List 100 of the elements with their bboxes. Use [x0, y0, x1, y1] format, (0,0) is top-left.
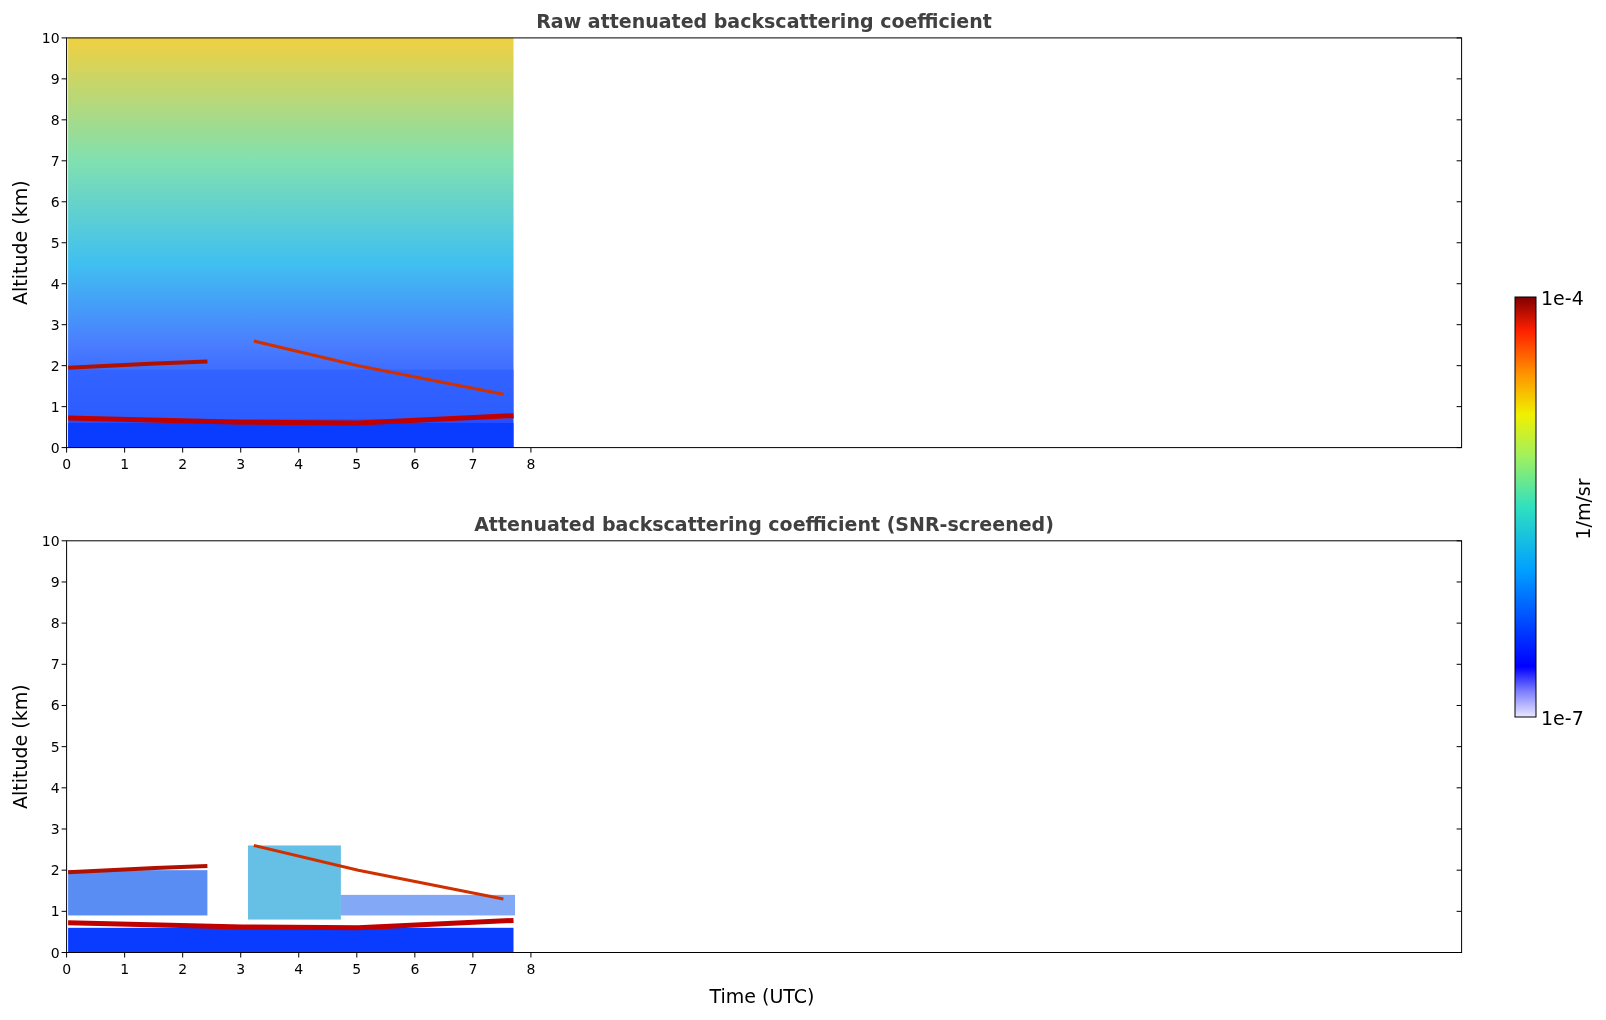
tick-mark: [1456, 242, 1463, 244]
y-tick-label: 3: [50, 316, 60, 333]
y-tick-label: 9: [50, 573, 60, 590]
x-tick-label: 1: [120, 455, 130, 472]
y-tick-label: 6: [50, 697, 60, 714]
tick-mark: [61, 540, 68, 542]
tick-mark: [1456, 201, 1463, 203]
tick-mark: [61, 160, 68, 162]
tick-mark: [1456, 910, 1463, 912]
tick-mark: [61, 828, 68, 830]
x-tick-label: 8: [526, 455, 536, 472]
tick-mark: [61, 78, 68, 80]
x-tick-label: 3: [236, 455, 246, 472]
tick-mark: [61, 365, 68, 367]
tick-mark: [1456, 78, 1463, 80]
y-tick-label: 6: [50, 193, 60, 210]
y-tick-label: 1: [50, 398, 60, 415]
x-tick-label: 5: [352, 960, 362, 977]
tick-mark: [61, 37, 68, 39]
x-tick-label: 7: [468, 960, 478, 977]
y-tick-label: 5: [50, 234, 60, 251]
x-tick-label: 2: [178, 960, 188, 977]
tick-mark: [61, 746, 68, 748]
tick-mark: [298, 447, 300, 454]
tick-mark: [61, 406, 68, 408]
tick-mark: [472, 952, 474, 958]
tick-mark: [124, 952, 126, 958]
x-tick-label: 0: [62, 960, 72, 977]
colorbar-min-label: 1e-7: [1541, 707, 1584, 729]
x-tick-label: 4: [294, 455, 304, 472]
y-tick-label: 10: [41, 532, 60, 549]
tick-mark: [1456, 581, 1463, 583]
x-tick-label: 8: [526, 960, 536, 977]
y-tick-label: 2: [50, 862, 60, 879]
x-tick-label: 2: [178, 455, 188, 472]
plot-title: Raw attenuated backscattering coefficient: [536, 9, 992, 32]
tick-mark: [1456, 447, 1463, 449]
tick-mark: [1456, 869, 1463, 871]
tick-mark: [61, 242, 68, 244]
y-tick-label: 4: [50, 275, 60, 292]
tick-mark: [1456, 365, 1463, 367]
y-tick-label: 0: [50, 944, 60, 961]
tick-mark: [61, 910, 68, 912]
tick-mark: [182, 447, 184, 454]
tick-mark: [1456, 283, 1463, 285]
y-tick-label: 5: [50, 738, 60, 755]
x-tick-label: 4: [294, 960, 304, 977]
tick-mark: [530, 952, 532, 958]
tick-mark: [1456, 663, 1463, 665]
tick-mark: [472, 447, 474, 454]
tick-mark: [298, 952, 300, 958]
y-tick-label: 7: [50, 656, 60, 673]
x-tick-label: 6: [410, 960, 420, 977]
y-tick-label: 8: [50, 615, 60, 632]
y-axis-label: Altitude (km): [9, 684, 31, 809]
y-tick-label: 1: [50, 903, 60, 920]
tick-mark: [1456, 787, 1463, 789]
x-tick-label: 7: [468, 455, 478, 472]
tick-mark: [61, 119, 68, 121]
tick-mark: [356, 447, 358, 454]
y-tick-label: 4: [50, 779, 60, 796]
tick-mark: [61, 622, 68, 624]
tick-mark: [61, 869, 68, 871]
tick-mark: [1456, 324, 1463, 326]
tick-mark: [356, 952, 358, 958]
tick-mark: [1456, 828, 1463, 830]
colorbar-label: 1/m/sr: [1572, 478, 1594, 540]
y-tick-label: 9: [50, 70, 60, 87]
tick-mark: [1456, 622, 1463, 624]
tick-mark: [1456, 952, 1463, 953]
tick-mark: [530, 447, 532, 454]
tick-mark: [124, 447, 126, 454]
tick-mark: [1456, 540, 1463, 542]
tick-mark: [1456, 160, 1463, 162]
x-tick-label: 6: [410, 455, 420, 472]
tick-mark: [61, 201, 68, 203]
tick-mark: [182, 952, 184, 958]
tick-mark: [240, 447, 242, 454]
tick-mark: [61, 787, 68, 789]
tick-mark: [1456, 705, 1463, 706]
tick-mark: [61, 581, 68, 583]
y-tick-label: 3: [50, 821, 60, 837]
tick-mark: [414, 447, 416, 454]
x-axis-label: Time (UTC): [709, 985, 815, 1007]
tick-mark: [1456, 119, 1463, 121]
x-tick-label: 5: [352, 455, 362, 472]
tick-mark: [1456, 746, 1463, 748]
x-tick-label: 3: [236, 960, 246, 977]
x-tick-label: 1: [120, 960, 130, 977]
tick-mark: [1456, 37, 1463, 39]
x-tick-label: 0: [62, 455, 72, 472]
tick-mark: [1456, 406, 1463, 408]
y-tick-label: 7: [50, 152, 60, 169]
tick-mark: [240, 952, 242, 958]
y-tick-label: 0: [50, 439, 60, 456]
y-axis-label: Altitude (km): [9, 180, 31, 306]
colorbar-max-label: 1e-4: [1541, 287, 1584, 309]
tick-mark: [61, 705, 68, 706]
tick-mark: [61, 283, 68, 285]
tick-mark: [61, 324, 68, 326]
